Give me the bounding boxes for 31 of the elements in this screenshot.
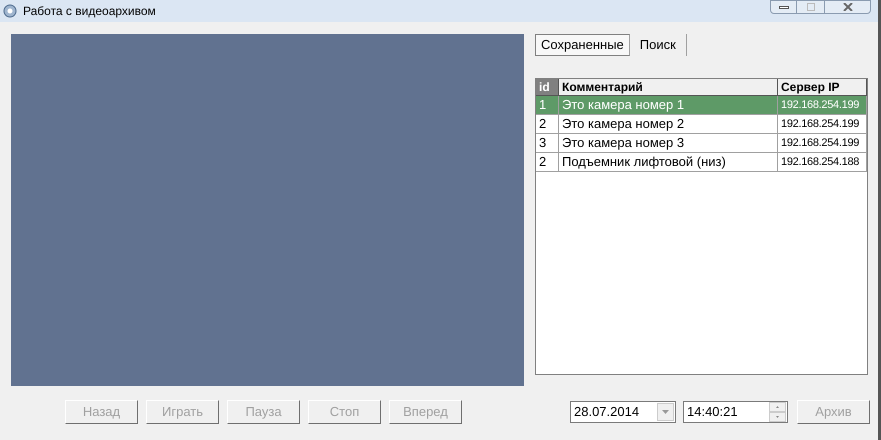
date-field[interactable]: 28.07.2014 bbox=[570, 401, 676, 423]
table-row[interactable]: 2 Это камера номер 2 192.168.254.199 bbox=[536, 115, 867, 134]
table-cell: 192.168.254.188 bbox=[778, 153, 867, 171]
table-row[interactable]: 2 Подъемник лифтовой (низ) 192.168.254.188 bbox=[536, 153, 867, 172]
close-button[interactable] bbox=[824, 0, 871, 14]
window-title: Работа с видеоархивом bbox=[23, 3, 156, 20]
table-cell: 2 bbox=[536, 153, 559, 171]
table-cell: 2 bbox=[536, 115, 559, 133]
spinner-icon bbox=[769, 402, 786, 422]
minimize-button[interactable] bbox=[770, 0, 797, 14]
tab[interactable]: Сохраненные bbox=[535, 34, 630, 56]
table-row[interactable]: 3 Это камера номер 3 192.168.254.199 bbox=[536, 134, 867, 153]
time-field[interactable]: 14:40:21 bbox=[683, 401, 788, 423]
table-cell: Это камера номер 1 bbox=[559, 96, 778, 114]
date-value: 28.07.2014 bbox=[573, 403, 640, 422]
table-cell: Подъемник лифтовой (низ) bbox=[559, 153, 778, 171]
app-icon bbox=[3, 4, 17, 18]
column-header[interactable]: Комментарий bbox=[559, 79, 778, 95]
table-cell: 1 bbox=[536, 96, 559, 114]
table-cell: 192.168.254.199 bbox=[778, 134, 867, 152]
close-icon bbox=[842, 3, 852, 11]
column-header[interactable]: Сервер IP bbox=[778, 79, 867, 95]
column-header[interactable]: id bbox=[536, 79, 559, 95]
time-value: 14:40:21 bbox=[686, 403, 739, 422]
dropdown-icon bbox=[657, 403, 674, 421]
table-cell: 3 bbox=[536, 134, 559, 152]
table-cell: 192.168.254.199 bbox=[778, 115, 867, 133]
tab[interactable]: Поиск bbox=[630, 34, 687, 56]
table-cell: Это камера номер 2 bbox=[559, 115, 778, 133]
table-cell: Это камера номер 3 bbox=[559, 134, 778, 152]
table-cell: 192.168.254.199 bbox=[778, 96, 867, 114]
